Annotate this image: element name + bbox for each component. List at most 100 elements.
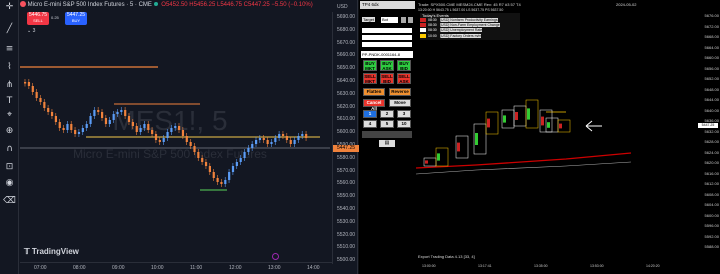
flatten-button[interactable]: Flatten	[363, 88, 385, 96]
footprint-volume-cell	[547, 122, 550, 128]
candle-body	[204, 162, 208, 166]
target-lock-icon[interactable]	[408, 17, 413, 23]
sierra-header: Trade: SPX500.CME MESM24.CME Rev: 45 R7 …	[418, 2, 521, 7]
event-text[interactable]: [USD] Factory Orders m/m	[440, 33, 482, 38]
lock-icon[interactable]: ⊡	[3, 162, 16, 173]
sierra-price-tick: 5656.00	[704, 65, 719, 71]
time-axis[interactable]: 07:00 08:00 09:00 10:00 11:00 12:00 13:00 14:00	[20, 262, 332, 274]
sierra-time-tick: 13:53:00	[590, 264, 604, 268]
currency-label[interactable]: USD	[337, 4, 348, 10]
price-tick: 5550.00	[337, 193, 356, 200]
price-tick: 5630.00	[337, 90, 356, 97]
crosshair-icon[interactable]: ✛	[3, 2, 16, 13]
settings-icon[interactable]: ▤	[379, 140, 395, 147]
target-select[interactable]: Bot	[381, 17, 398, 23]
symbol-logo-icon	[20, 1, 26, 8]
sierra-price-tick: 5668.00	[704, 34, 719, 39]
candle-body	[285, 136, 288, 140]
buy-bid-button[interactable]: BUY BID	[397, 60, 411, 71]
account-select[interactable]: PP-PNDK-0001164-8	[361, 51, 413, 58]
target-input-3[interactable]	[362, 42, 412, 47]
magnet-icon[interactable]: ∩	[3, 144, 16, 155]
fib-icon[interactable]: ⋔	[3, 80, 16, 91]
sell-ask-button[interactable]: SELL ASK	[397, 73, 411, 84]
replay-icon[interactable]	[272, 253, 279, 260]
tradingview-logo: 𝕋 TradingView	[24, 247, 79, 256]
sierra-price-tick: 5664.00	[704, 44, 719, 50]
cancel-all-button[interactable]: Cancel All	[363, 99, 385, 111]
sierra-price-tick: 5640.00	[704, 107, 719, 113]
candle-body	[208, 166, 211, 172]
sierra-time-axis[interactable]: 13:00:00 13:17:41 13:35:00 13:53:00 14:20:20	[416, 264, 696, 272]
price-tick: 5540.00	[337, 206, 356, 212]
qty-3-button[interactable]: 3	[397, 110, 411, 118]
qty-2-button[interactable]: 2	[380, 110, 394, 118]
trend-line-icon[interactable]: ╱	[3, 24, 16, 35]
sierra-quote: 13:20:00 H 5643.75 L 5637.00 LS 5637.75 …	[418, 8, 504, 12]
candle-body	[77, 132, 81, 134]
candle-body	[301, 134, 304, 136]
trash-icon[interactable]: ⌫	[3, 196, 16, 207]
measure-icon[interactable]: ⌖	[3, 110, 16, 121]
target-reset-icon[interactable]	[401, 17, 406, 23]
target-input-2[interactable]	[362, 35, 412, 40]
symbol-title[interactable]: Micro E-mini S&P 500 Index Futures · 5 ·…	[28, 2, 152, 8]
candle-body	[66, 124, 69, 130]
buy-ask-button[interactable]: BUY ASK	[380, 60, 394, 71]
price-axis[interactable]: USD 5690.00 5680.00 5670.00 5660.00 5650.00 5…	[332, 4, 359, 264]
event-text[interactable]: [USD] Non-Farm Employment Change	[440, 23, 500, 28]
event-color-swatch	[420, 23, 426, 28]
candle-body	[170, 128, 173, 132]
brush-icon[interactable]: ⌇	[3, 62, 16, 73]
time-tick: 14:00	[307, 265, 320, 271]
zoom-icon[interactable]: ⊕	[3, 126, 16, 137]
qty-1-button[interactable]: 1	[363, 110, 377, 118]
price-tick: 5530.00	[337, 218, 356, 225]
candle-body	[305, 134, 308, 138]
sell-bid-button[interactable]: SELL BID	[380, 73, 394, 84]
sierra-price-axis[interactable]: 5676.00 5672.00 5668.00 5664.00 5660.00 5656.…	[698, 13, 720, 253]
sierra-chart: Trade: SPX500.CME MESM24.CME Rev: 45 R7 …	[416, 0, 720, 274]
candle-body	[27, 82, 31, 86]
footprint-volume-cell	[541, 116, 544, 126]
order-panel-title: TP4 6dx	[360, 1, 415, 9]
qty-5-button[interactable]: 5	[380, 120, 394, 128]
sierra-price-tick: 5672.00	[704, 23, 719, 29]
horizontal-line-icon[interactable]: ≡	[3, 44, 16, 55]
candle-body	[220, 182, 223, 184]
sierra-price-tick: 5588.00	[704, 244, 719, 249]
ohlc-values: O5452.50 H5456.25 L5446.75 C5447.25 −5.5…	[161, 2, 313, 8]
candle-body	[154, 134, 158, 140]
time-tick: 13:00	[268, 265, 281, 271]
price-tick: 5500.00	[337, 257, 356, 264]
sierra-plot[interactable]	[416, 40, 696, 245]
candle-body	[235, 162, 238, 166]
event-text[interactable]: [USD] Nonfarm Productivity Earnings	[440, 18, 498, 22]
sierra-price-tick: 5652.00	[704, 76, 719, 81]
target-input-1[interactable]	[362, 28, 412, 33]
qty-10-button[interactable]: 10	[397, 120, 411, 128]
candle-body	[193, 146, 196, 152]
move-button[interactable]: Move	[389, 99, 411, 107]
buy-mkt-button[interactable]: BUY MKT	[363, 60, 377, 71]
sierra-date: 2024-05-02	[616, 2, 637, 7]
options-row[interactable]	[362, 131, 412, 138]
candle-body	[278, 134, 281, 138]
candle-body	[274, 138, 277, 142]
reverse-button[interactable]: Reverse	[389, 88, 411, 96]
price-plot[interactable]: MES1!, 5 Micro E-mini S&P 500 Index Futu…	[20, 12, 330, 264]
time-tick: 09:00	[112, 265, 125, 271]
candle-body	[228, 172, 231, 180]
sierra-price-tick: 5632.00	[704, 128, 719, 134]
drawing-toolbar: ✛ ╱ ≡ ⌇ ⋔ T ⌖ ⊕ ∩ ⊡ ◉ ⌫	[0, 0, 19, 274]
price-tick: 5650.00	[337, 65, 356, 72]
event-color-swatch	[420, 18, 426, 22]
event-text[interactable]: [USD] Unemployment Rate	[440, 28, 483, 33]
qty-4-button[interactable]: 4	[363, 120, 377, 128]
price-tick: 5660.00	[337, 52, 356, 59]
eye-icon[interactable]: ◉	[3, 178, 16, 189]
price-tick: 5610.00	[337, 116, 356, 123]
price-tick: 5570.00	[337, 167, 356, 174]
text-icon[interactable]: T	[3, 96, 16, 107]
sell-mkt-button[interactable]: SELL MKT	[363, 73, 377, 84]
